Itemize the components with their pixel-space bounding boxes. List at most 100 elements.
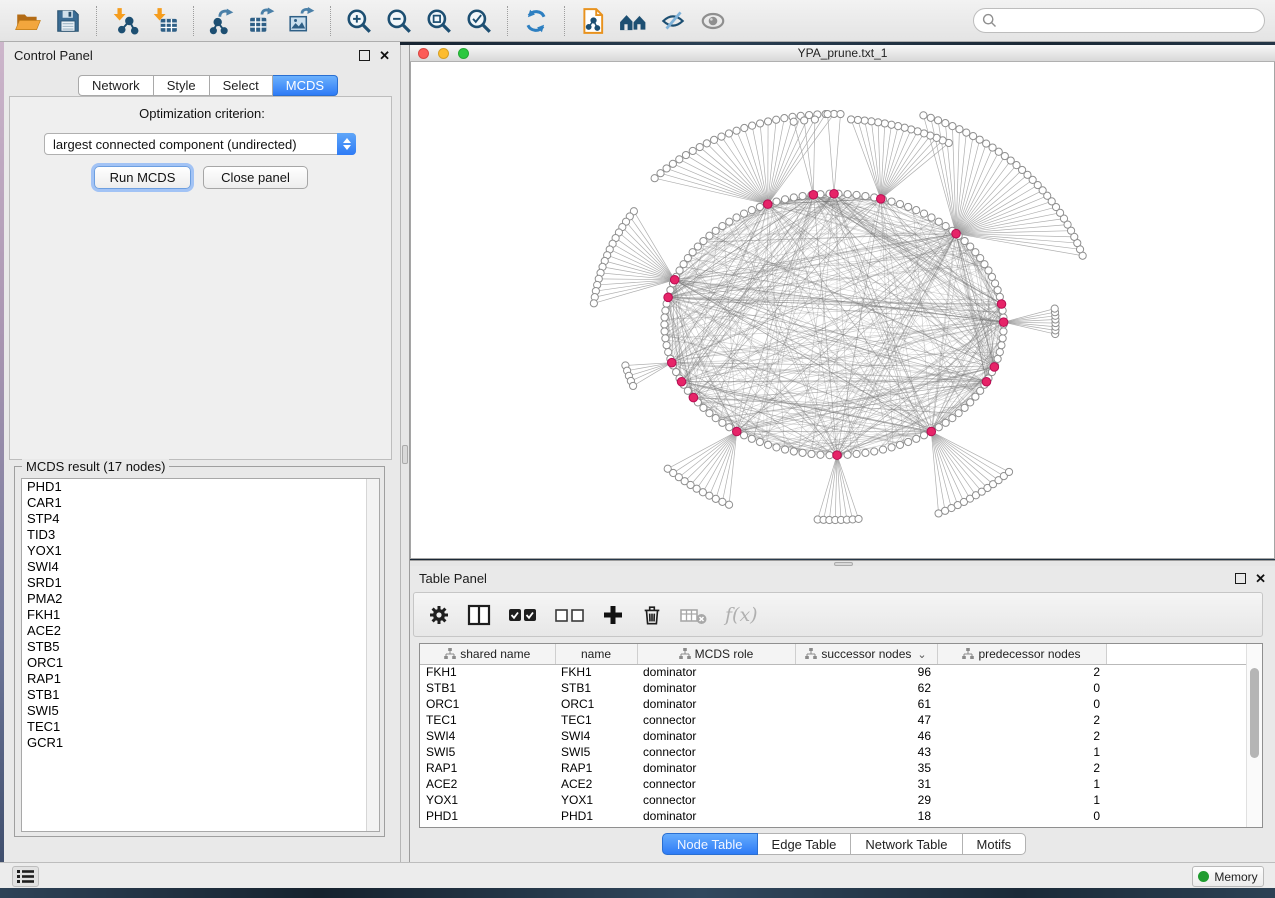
graph-node[interactable] [855, 515, 862, 522]
graph-node[interactable] [861, 117, 868, 124]
graph-node[interactable] [997, 300, 1006, 309]
search-box[interactable] [973, 8, 1265, 33]
mcds-result-item[interactable]: TEC1 [22, 719, 379, 735]
table-cell[interactable]: ACE2 [555, 776, 637, 792]
graph-node[interactable] [689, 393, 698, 402]
graph-node[interactable] [719, 498, 726, 505]
graph-node[interactable] [790, 118, 797, 125]
graph-node[interactable] [657, 170, 664, 177]
graph-node[interactable] [881, 120, 888, 127]
graph-node[interactable] [956, 126, 963, 133]
graph-node[interactable] [875, 119, 882, 126]
table-cell[interactable]: TEC1 [555, 712, 637, 728]
show-details-icon[interactable] [699, 7, 727, 35]
table-cell[interactable]: 1 [937, 792, 1106, 808]
graph-node[interactable] [854, 116, 861, 123]
graph-node[interactable] [942, 419, 949, 426]
graph-node[interactable] [764, 118, 771, 125]
graph-node[interactable] [824, 110, 831, 117]
mcds-result-item[interactable]: GCR1 [22, 735, 379, 751]
table-row[interactable]: PHD1PHD1dominator180 [420, 808, 1246, 824]
table-cell[interactable]: 0 [937, 680, 1106, 696]
table-row[interactable]: FKH1FKH1dominator962 [420, 664, 1246, 680]
column-header-shared-name[interactable]: shared name [420, 644, 555, 664]
table-cell[interactable]: RAP1 [555, 760, 637, 776]
table-cell[interactable]: FKH1 [555, 664, 637, 680]
graph-node[interactable] [935, 218, 942, 225]
graph-node[interactable] [764, 441, 771, 448]
graph-node[interactable] [961, 404, 968, 411]
table-cell[interactable]: STB1 [420, 680, 555, 696]
table-cell[interactable]: 1 [937, 776, 1106, 792]
graph-node[interactable] [994, 355, 1001, 362]
table-cell[interactable]: FKH1 [420, 664, 555, 680]
graph-node[interactable] [712, 495, 719, 502]
graph-node[interactable] [862, 192, 869, 199]
mcds-result-item[interactable]: YOX1 [22, 543, 379, 559]
graph-node[interactable] [955, 410, 962, 417]
table-cell[interactable]: ORC1 [420, 696, 555, 712]
graph-node[interactable] [733, 127, 740, 134]
table-cell[interactable]: YOX1 [420, 792, 555, 808]
table-cell[interactable]: 2 [937, 760, 1106, 776]
graph-node[interactable] [967, 243, 974, 250]
graph-node[interactable] [700, 404, 707, 411]
graph-node[interactable] [935, 424, 942, 431]
mcds-result-item[interactable]: PHD1 [22, 479, 379, 495]
mcds-result-list[interactable]: PHD1CAR1STP4TID3YOX1SWI4SRD1PMA2FKH1ACE2… [21, 478, 380, 832]
graph-node[interactable] [905, 203, 912, 210]
graph-node[interactable] [799, 192, 806, 199]
graph-node[interactable] [726, 218, 733, 225]
table-cell[interactable]: ACE2 [420, 776, 555, 792]
graph-node[interactable] [706, 410, 713, 417]
graph-node[interactable] [676, 156, 683, 163]
table-cell[interactable]: 18 [795, 808, 937, 824]
table-cell[interactable]: TEC1 [420, 712, 555, 728]
graph-node[interactable] [901, 124, 908, 131]
graph-node[interactable] [662, 307, 669, 314]
graph-node[interactable] [712, 227, 719, 234]
graph-node[interactable] [719, 223, 726, 230]
graph-node[interactable] [920, 432, 927, 439]
graph-node[interactable] [879, 446, 886, 453]
mcds-result-item[interactable]: STB5 [22, 639, 379, 655]
task-history-button[interactable] [12, 866, 39, 887]
graph-node[interactable] [894, 123, 901, 130]
graph-node[interactable] [913, 435, 920, 442]
table-settings-gear-icon[interactable] [428, 603, 450, 627]
graph-node[interactable] [972, 249, 979, 256]
float-panel-icon[interactable] [1235, 573, 1246, 584]
table-cell[interactable]: connector [637, 744, 795, 760]
graph-node[interactable] [669, 160, 676, 167]
graph-node[interactable] [888, 198, 895, 205]
tab-motifs[interactable]: Motifs [963, 833, 1027, 855]
show-all-networks-icon[interactable] [619, 7, 647, 35]
create-column-plus-icon[interactable] [602, 603, 624, 627]
table-cell[interactable]: 2 [937, 712, 1106, 728]
graph-node[interactable] [748, 207, 755, 214]
graph-node[interactable] [663, 342, 670, 349]
zoom-selected-icon[interactable] [465, 7, 493, 35]
table-cell[interactable]: SWI5 [555, 744, 637, 760]
graph-node[interactable] [629, 382, 636, 389]
export-network-icon[interactable] [208, 7, 236, 35]
mcds-result-item[interactable]: TID3 [22, 527, 379, 543]
deselect-all-icon[interactable] [555, 603, 585, 627]
table-cell[interactable]: STB1 [555, 680, 637, 696]
table-row[interactable]: STB1STB1dominator620 [420, 680, 1246, 696]
graph-node[interactable] [990, 363, 999, 372]
graph-node[interactable] [741, 124, 748, 131]
run-mcds-button[interactable]: Run MCDS [94, 166, 191, 189]
table-cell[interactable]: YOX1 [555, 792, 637, 808]
graph-node[interactable] [920, 112, 927, 119]
table-cell[interactable]: connector [637, 792, 795, 808]
graph-node[interactable] [888, 444, 895, 451]
zoom-fit-icon[interactable] [425, 7, 453, 35]
graph-node[interactable] [963, 129, 970, 136]
graph-node[interactable] [756, 203, 763, 210]
table-cell[interactable]: 61 [795, 696, 937, 712]
graph-node[interactable] [952, 229, 961, 238]
table-cell[interactable]: SWI4 [555, 728, 637, 744]
show-columns-icon[interactable] [467, 603, 491, 627]
graph-node[interactable] [773, 198, 780, 205]
